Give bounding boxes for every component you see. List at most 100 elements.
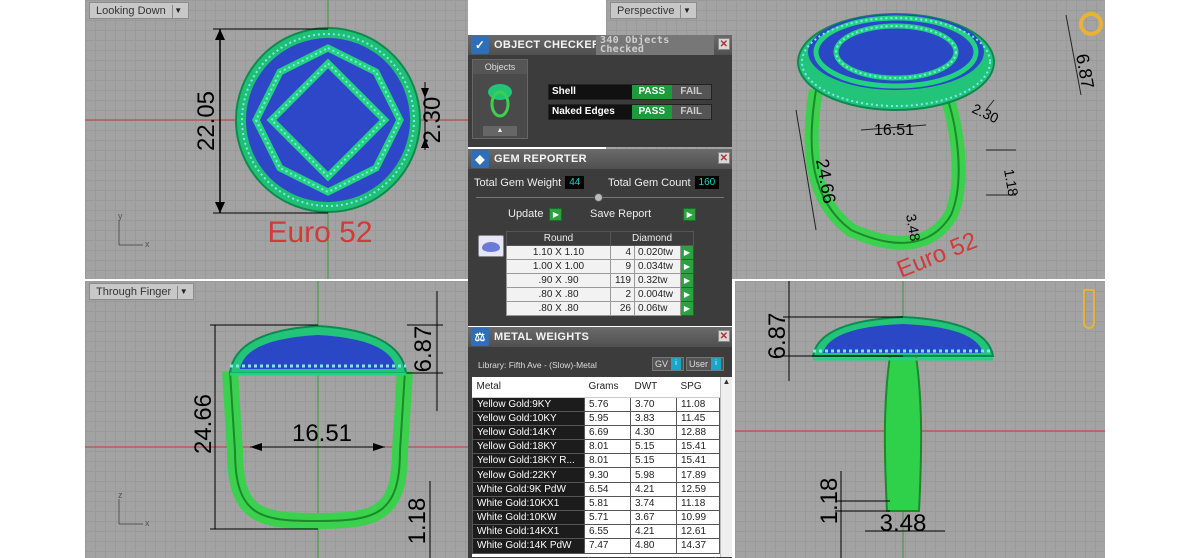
update-button[interactable]: Update ▶ (508, 207, 563, 221)
gem-table: Round Diamond 1.10 X 1.10 4 0.020tw ▶ 1.… (506, 231, 694, 316)
gem-row[interactable]: 1.00 X 1.00 9 0.034tw ▶ (506, 259, 694, 274)
metal-table-container[interactable]: Metal Grams DWT SPG Yellow Gold:9KY 5.76 3… (472, 377, 732, 557)
metal-value: 3.70 (630, 396, 677, 412)
update-label: Update (508, 208, 544, 220)
metal-value: 12.59 (676, 481, 720, 497)
gem-reporter-titlebar[interactable]: ◆ GEM REPORTER ✕ (468, 149, 732, 169)
metal-value: 5.15 (630, 453, 677, 469)
metal-value: 5.98 (630, 467, 677, 483)
dim-16-51: 16.51 (292, 420, 352, 447)
dim-16-51: 16.51 (874, 122, 914, 139)
metal-row[interactable]: Yellow Gold:9KY 5.76 3.70 11.08 (472, 396, 720, 412)
object-checker-titlebar[interactable]: ✓ OBJECT CHECKER 340 Objects Checked ✕ (468, 35, 732, 55)
divider-slider[interactable] (476, 193, 724, 202)
metal-row[interactable]: White Gold:10KW 5.71 3.67 10.99 (472, 509, 720, 526)
metal-col-spg[interactable]: SPG (676, 377, 720, 398)
gem-row[interactable]: .80 X .80 26 0.06tw ▶ (506, 301, 694, 316)
gem-row-arrow-icon[interactable]: ▶ (680, 245, 694, 260)
gem-weight: 0.020tw (634, 245, 681, 260)
info-icon: i (711, 358, 722, 370)
metal-weights-titlebar[interactable]: ⚖ METAL WEIGHTS ✕ (468, 327, 732, 347)
fail-button[interactable]: FAIL (671, 105, 711, 119)
metal-col-metal[interactable]: Metal (472, 377, 585, 398)
through-finger-drawing: 24.66 6.87 16.51 1.18 z x (85, 281, 468, 558)
object-checker-title: OBJECT CHECKER (494, 39, 601, 51)
dim-1-18: 1.18 (404, 498, 431, 545)
ring-icon[interactable] (1079, 12, 1103, 36)
gem-row[interactable]: .90 X .90 119 0.32tw ▶ (506, 273, 694, 288)
objects-up-button[interactable]: ▲ (483, 126, 517, 136)
user-select[interactable]: User i (686, 357, 725, 371)
metal-col-dwt[interactable]: DWT (630, 377, 677, 398)
metal-value: 12.61 (676, 524, 720, 540)
metal-value: 8.01 (584, 439, 631, 455)
scroll-up-icon[interactable]: ▲ (721, 377, 732, 391)
pass-button[interactable]: PASS (632, 85, 672, 99)
metal-row[interactable]: White Gold:10KX1 5.81 3.74 11.18 (472, 495, 720, 512)
gem-count: 4 (610, 245, 635, 260)
gem-row-arrow-icon[interactable]: ▶ (680, 273, 694, 288)
pass-button[interactable]: PASS (632, 105, 672, 119)
gem-row[interactable]: 1.10 X 1.10 4 0.020tw ▶ (506, 245, 694, 260)
metal-value: 3.83 (630, 410, 677, 426)
gem-count: 9 (610, 259, 635, 274)
gem-reporter-panel: ◆ GEM REPORTER ✕ Total Gem Weight 44 Tot… (468, 149, 732, 326)
gem-size: 1.00 X 1.00 (506, 259, 611, 274)
gem-icon[interactable] (1083, 289, 1095, 329)
metal-name: Yellow Gold:22KY (472, 467, 585, 483)
metal-value: 4.21 (630, 481, 677, 497)
metal-row[interactable]: Yellow Gold:18KY R... 8.01 5.15 15.41 (472, 453, 720, 469)
objects-preview[interactable]: Objects ▲ (472, 59, 528, 139)
metal-value: 15.41 (676, 453, 720, 469)
viewport-looking-down[interactable]: Looking Down ▼ 22.05 2.30 Euro 52 y x (85, 0, 468, 279)
metal-row[interactable]: White Gold:14KX1 6.55 4.21 12.61 (472, 524, 720, 540)
gem-row-arrow-icon[interactable]: ▶ (680, 259, 694, 274)
metal-row[interactable]: Yellow Gold:10KY 5.95 3.83 11.45 (472, 410, 720, 426)
dim-22-05: 22.05 (193, 91, 220, 151)
metal-row[interactable]: Yellow Gold:14KY 6.69 4.30 12.88 (472, 424, 720, 441)
objects-label: Objects (473, 60, 527, 74)
check-row-shell: Shell PASS FAIL (548, 84, 712, 100)
total-gem-count: Total Gem Count 160 (608, 175, 720, 190)
metal-row[interactable]: Yellow Gold:18KY 8.01 5.15 15.41 (472, 439, 720, 455)
close-icon[interactable]: ✕ (718, 152, 730, 164)
object-checker-panel: ✓ OBJECT CHECKER 340 Objects Checked ✕ O… (468, 35, 732, 147)
dim-2-30: 2.30 (970, 100, 1002, 126)
close-icon[interactable]: ✕ (718, 330, 730, 342)
viewport-side[interactable]: 6.87 1.18 3.48 (735, 281, 1105, 558)
slider-knob[interactable] (594, 193, 603, 202)
metal-value: 9.30 (584, 467, 631, 483)
gv-select-value: GV (655, 359, 669, 369)
side-view-drawing: 6.87 1.18 3.48 (735, 281, 1105, 558)
gem-row-arrow-icon[interactable]: ▶ (680, 287, 694, 302)
metal-name: White Gold:9K PdW (472, 481, 585, 497)
metal-row[interactable]: Yellow Gold:22KY 9.30 5.98 17.89 (472, 467, 720, 483)
total-gem-weight: Total Gem Weight 44 (474, 175, 585, 190)
viewport-through-finger[interactable]: Through Finger ▼ 24.66 6.87 16.51 1.18 z… (85, 281, 468, 558)
check-icon: ✓ (471, 36, 489, 54)
metal-row[interactable]: White Gold:14K PdW 7.47 4.80 14.37 (472, 538, 720, 554)
scale-icon: ⚖ (471, 328, 489, 346)
info-icon: i (671, 358, 682, 370)
metal-col-grams[interactable]: Grams (584, 377, 631, 398)
save-report-button[interactable]: Save Report ▶ (590, 207, 697, 221)
gem-row-arrow-icon[interactable]: ▶ (680, 301, 694, 316)
metal-value: 5.95 (584, 410, 631, 426)
gem-row[interactable]: .80 X .80 2 0.004tw ▶ (506, 287, 694, 302)
metal-name: White Gold:14K PdW (472, 538, 585, 554)
close-icon[interactable]: ✕ (718, 38, 730, 50)
metal-value: 14.37 (676, 538, 720, 554)
gem-size: .90 X .90 (506, 273, 611, 288)
metal-weights-title: METAL WEIGHTS (494, 331, 590, 343)
check-row-naked-edges: Naked Edges PASS FAIL (548, 104, 712, 120)
metal-value: 11.45 (676, 410, 720, 426)
gem-reporter-title: GEM REPORTER (494, 153, 587, 165)
dim-24-66: 24.66 (190, 394, 217, 454)
fail-button[interactable]: FAIL (671, 85, 711, 99)
metal-row[interactable]: White Gold:9K PdW 6.54 4.21 12.59 (472, 481, 720, 497)
metal-table-scrollbar[interactable]: ▲ (720, 377, 732, 557)
metal-weights-panel: ⚖ METAL WEIGHTS ✕ Library: Fifth Ave - (… (468, 327, 732, 558)
gem-weight: 0.004tw (634, 287, 681, 302)
axis-z-label: z (118, 490, 123, 500)
gv-select[interactable]: GV i (652, 357, 685, 371)
